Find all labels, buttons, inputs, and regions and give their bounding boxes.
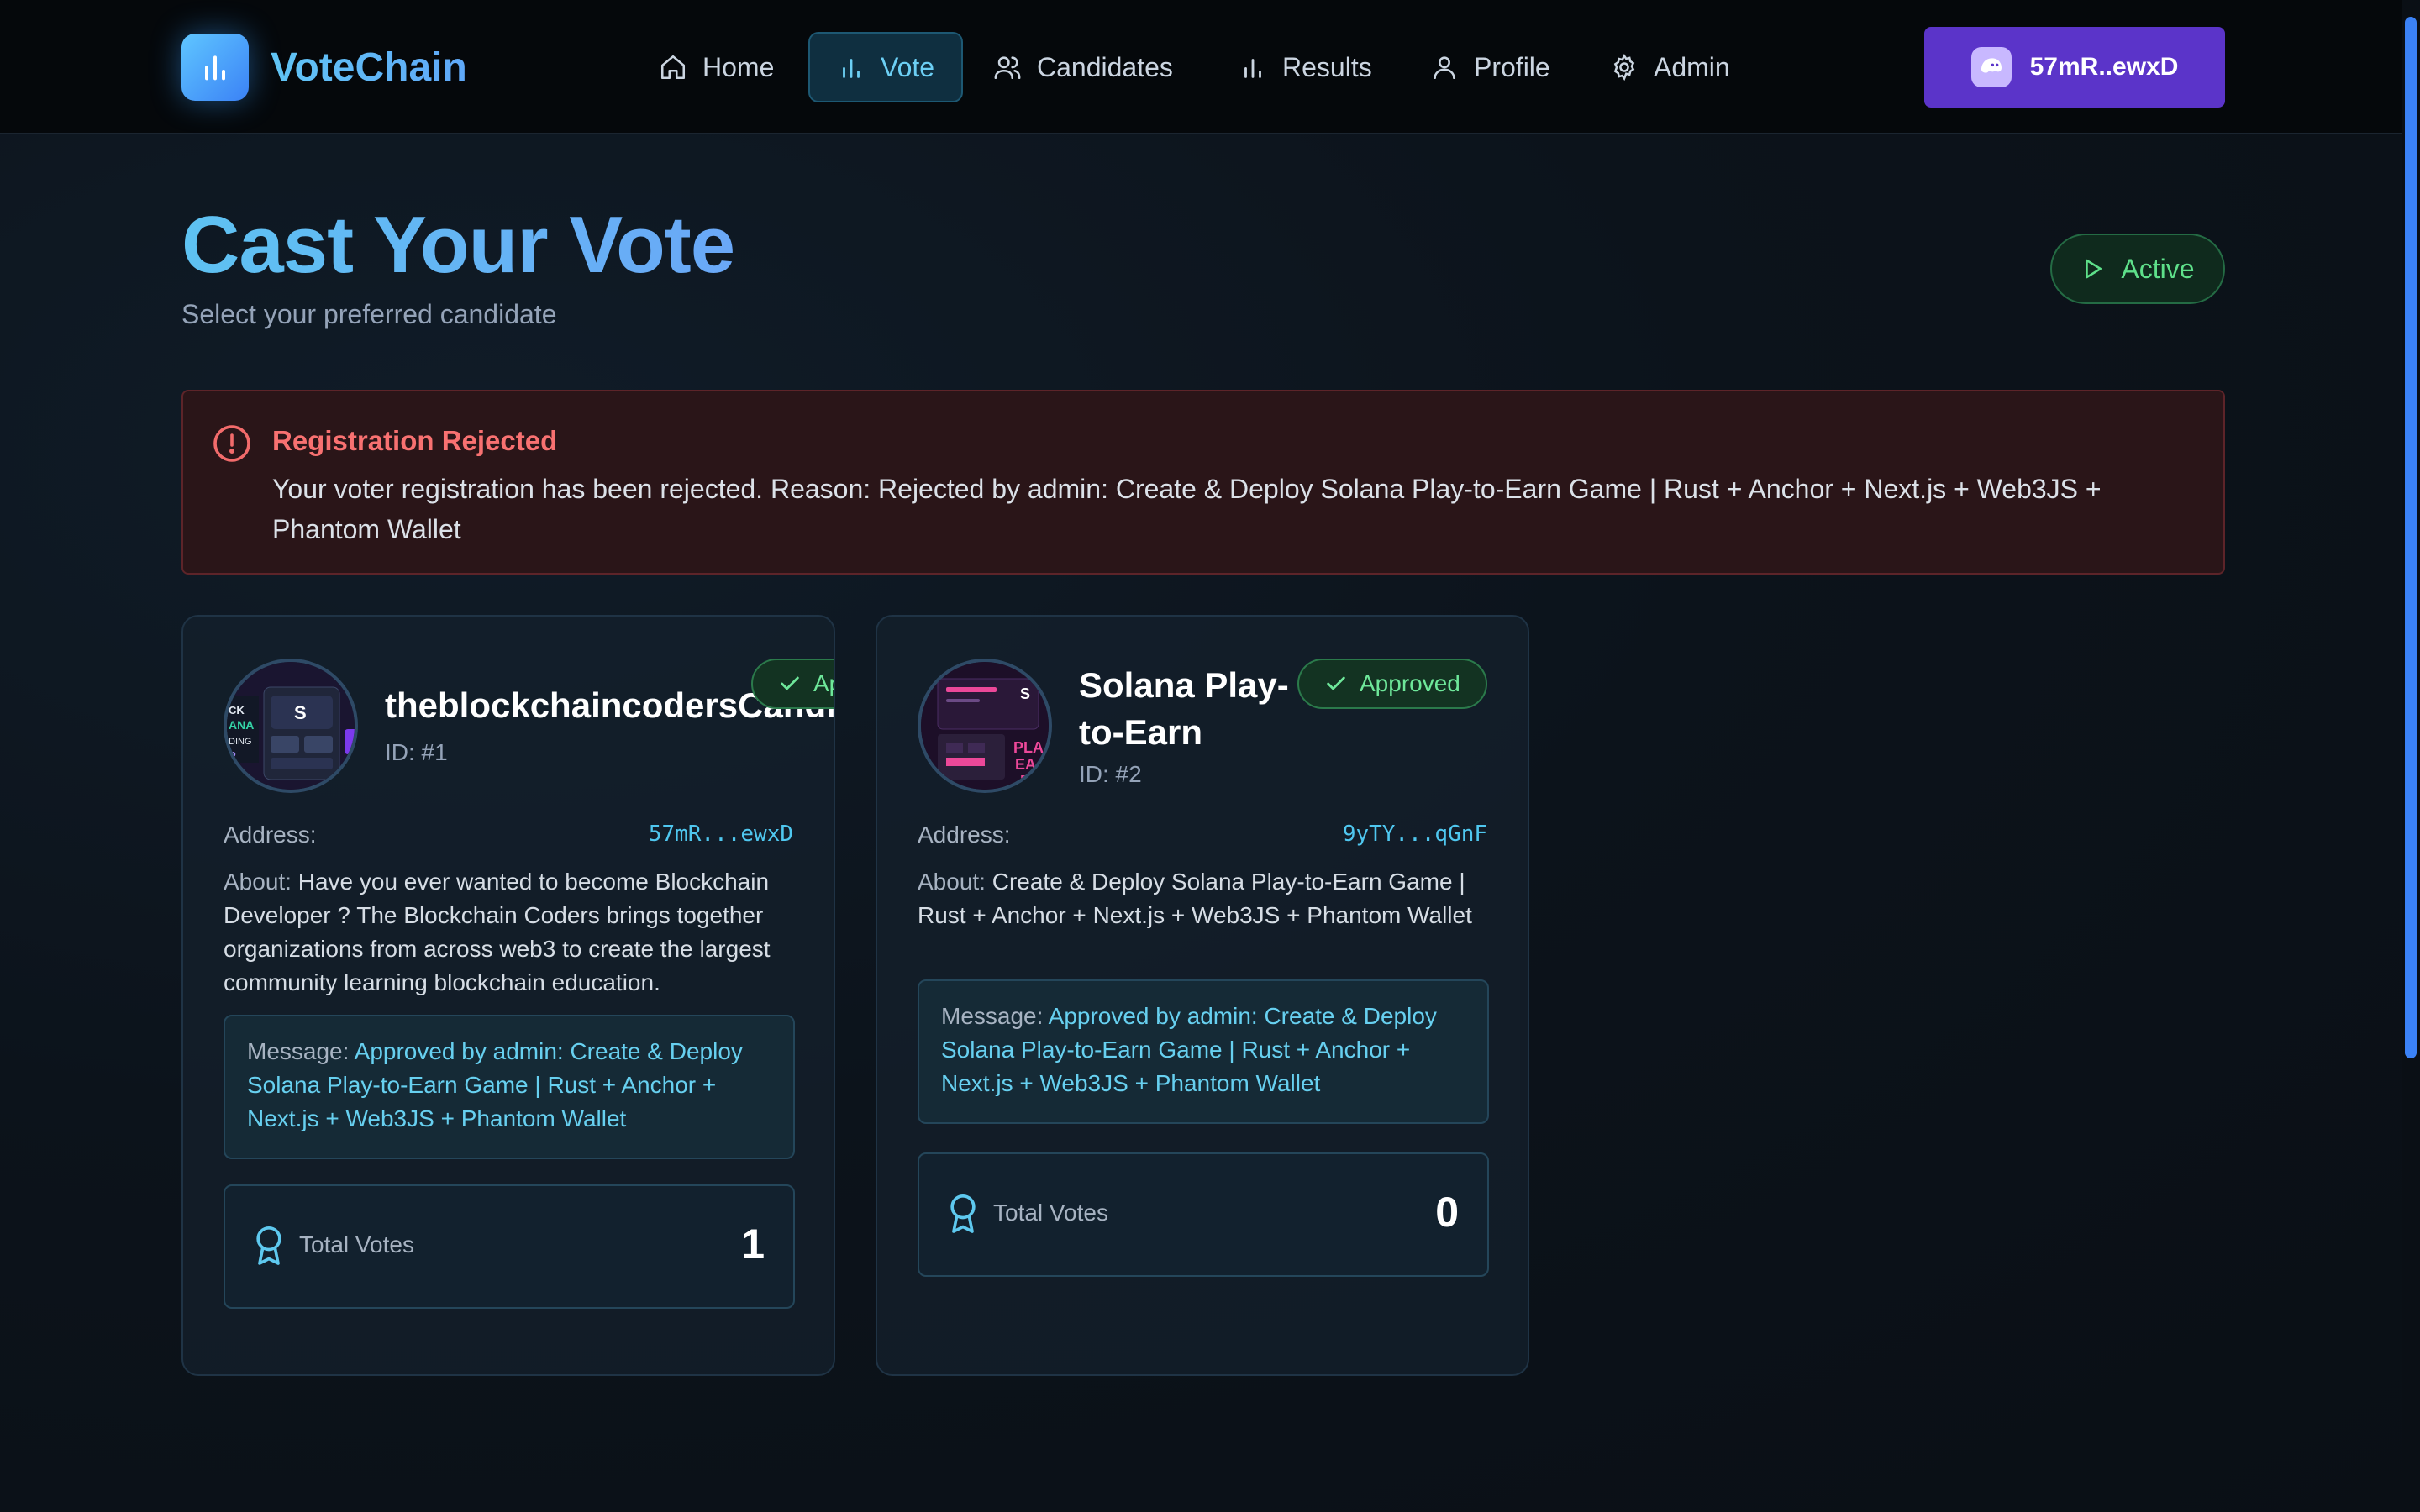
candidate-address[interactable]: 57mR...ewxD (649, 822, 793, 847)
approved-badge: Approved (751, 659, 834, 709)
bar-chart-icon (843, 59, 860, 78)
user-icon (1434, 56, 1455, 80)
phantom-ghost-icon (1970, 47, 2012, 87)
candidate-id: ID: #2 (1079, 761, 1142, 787)
about-label: About: (224, 869, 292, 895)
candidate-card[interactable]: PLA EA D S Solana Play-to-Earn ID: #2 Ap… (876, 615, 1529, 1376)
nav-item-profile[interactable]: Profile (1418, 32, 1562, 102)
candidate-avatar: CK ANA DING P S (224, 659, 358, 793)
approved-badge-label: Approved (1360, 670, 1460, 696)
scrollbar-thumb[interactable] (2405, 17, 2417, 1058)
nav-label-admin: Admin (1654, 51, 1730, 82)
nav-item-home[interactable]: Home (647, 32, 786, 102)
brand[interactable]: VoteChain (182, 34, 467, 101)
app-name: VoteChain (271, 45, 467, 90)
address-label: Address: (918, 822, 1011, 848)
candidate-card[interactable]: CK ANA DING P S theblockchaincodersCandi… (182, 615, 835, 1376)
svg-text:DING: DING (229, 737, 252, 747)
voting-status-label: Active (2121, 253, 2195, 284)
check-icon (781, 676, 799, 690)
bar-chart-icon (1244, 59, 1261, 78)
approved-badge-label: Approved (813, 670, 834, 696)
message-label: Message: (941, 1003, 1044, 1029)
wallet-button[interactable]: 57mR..ewxD (1924, 27, 2225, 108)
message-label: Message: (247, 1038, 350, 1064)
svg-text:S: S (1020, 685, 1030, 702)
address-label: Address: (224, 822, 317, 848)
award-icon (950, 1194, 976, 1233)
candidate-about: About: Have you ever wanted to become Bl… (224, 865, 798, 1000)
svg-text:EA: EA (1015, 756, 1036, 773)
approved-badge: Approved (1297, 659, 1487, 709)
nav-item-vote[interactable]: Vote (808, 32, 964, 102)
users-icon (994, 56, 1021, 80)
candidate-about: About: Create & Deploy Solana Play-to-Ea… (918, 865, 1492, 932)
about-label: About: (918, 869, 986, 895)
candidate-name: Solana Play-to-Earn (1079, 665, 1289, 752)
total-votes-count: 0 (1435, 1189, 1459, 1236)
voting-status-badge: Active (2050, 234, 2225, 304)
about-text: Have you ever wanted to become Blockchai… (224, 869, 771, 995)
alert-message: Your voter registration has been rejecte… (272, 474, 2102, 544)
total-votes-label: Total Votes (993, 1200, 1108, 1226)
top-navbar: VoteChain Home Vote Candidates Results P… (0, 0, 2420, 134)
alert-circle-icon (213, 425, 250, 462)
page-scrollbar[interactable] (2402, 0, 2420, 1512)
total-votes-count: 1 (741, 1221, 765, 1268)
check-icon (1327, 676, 1345, 690)
svg-text:S: S (294, 702, 307, 723)
total-votes-label: Total Votes (299, 1231, 414, 1257)
svg-text:PLA: PLA (1013, 739, 1044, 756)
registration-alert: Registration Rejected Your voter registr… (182, 390, 2225, 575)
total-votes-box: Total Votes 0 (918, 1152, 1489, 1277)
nav-label-results: Results (1282, 51, 1372, 82)
gear-icon (1613, 54, 1635, 81)
page-title: Cast Your Vote (182, 195, 735, 296)
play-icon (2086, 259, 2102, 279)
svg-text:ANA: ANA (229, 718, 254, 732)
candidate-avatar: PLA EA D S (918, 659, 1052, 793)
svg-text:P: P (229, 749, 236, 762)
nav-label-profile: Profile (1474, 51, 1550, 82)
wallet-address: 57mR..ewxD (2029, 53, 2179, 81)
nav-item-admin[interactable]: Admin (1598, 32, 1742, 102)
svg-text:D: D (1020, 773, 1031, 790)
nav-item-candidates[interactable]: Candidates (981, 32, 1185, 102)
nav-label-vote: Vote (881, 51, 935, 82)
candidate-address[interactable]: 9yTY...qGnF (1343, 822, 1487, 847)
bar-chart-logo-icon (182, 34, 249, 101)
nav-label-candidates: Candidates (1037, 51, 1173, 82)
nav-item-results[interactable]: Results (1227, 32, 1384, 102)
nav-label-home: Home (702, 51, 775, 82)
svg-text:CK: CK (229, 704, 245, 717)
about-text: Create & Deploy Solana Play-to-Earn Game… (918, 869, 1472, 928)
award-icon (256, 1226, 281, 1265)
candidate-message: Message: Approved by admin: Create & Dep… (224, 1015, 795, 1159)
candidate-message: Message: Approved by admin: Create & Dep… (918, 979, 1489, 1124)
home-icon (660, 55, 686, 80)
candidate-id: ID: #1 (385, 739, 448, 765)
page-subtitle: Select your preferred candidate (182, 299, 557, 329)
alert-title: Registration Rejected (272, 425, 558, 456)
total-votes-box: Total Votes 1 (224, 1184, 795, 1309)
